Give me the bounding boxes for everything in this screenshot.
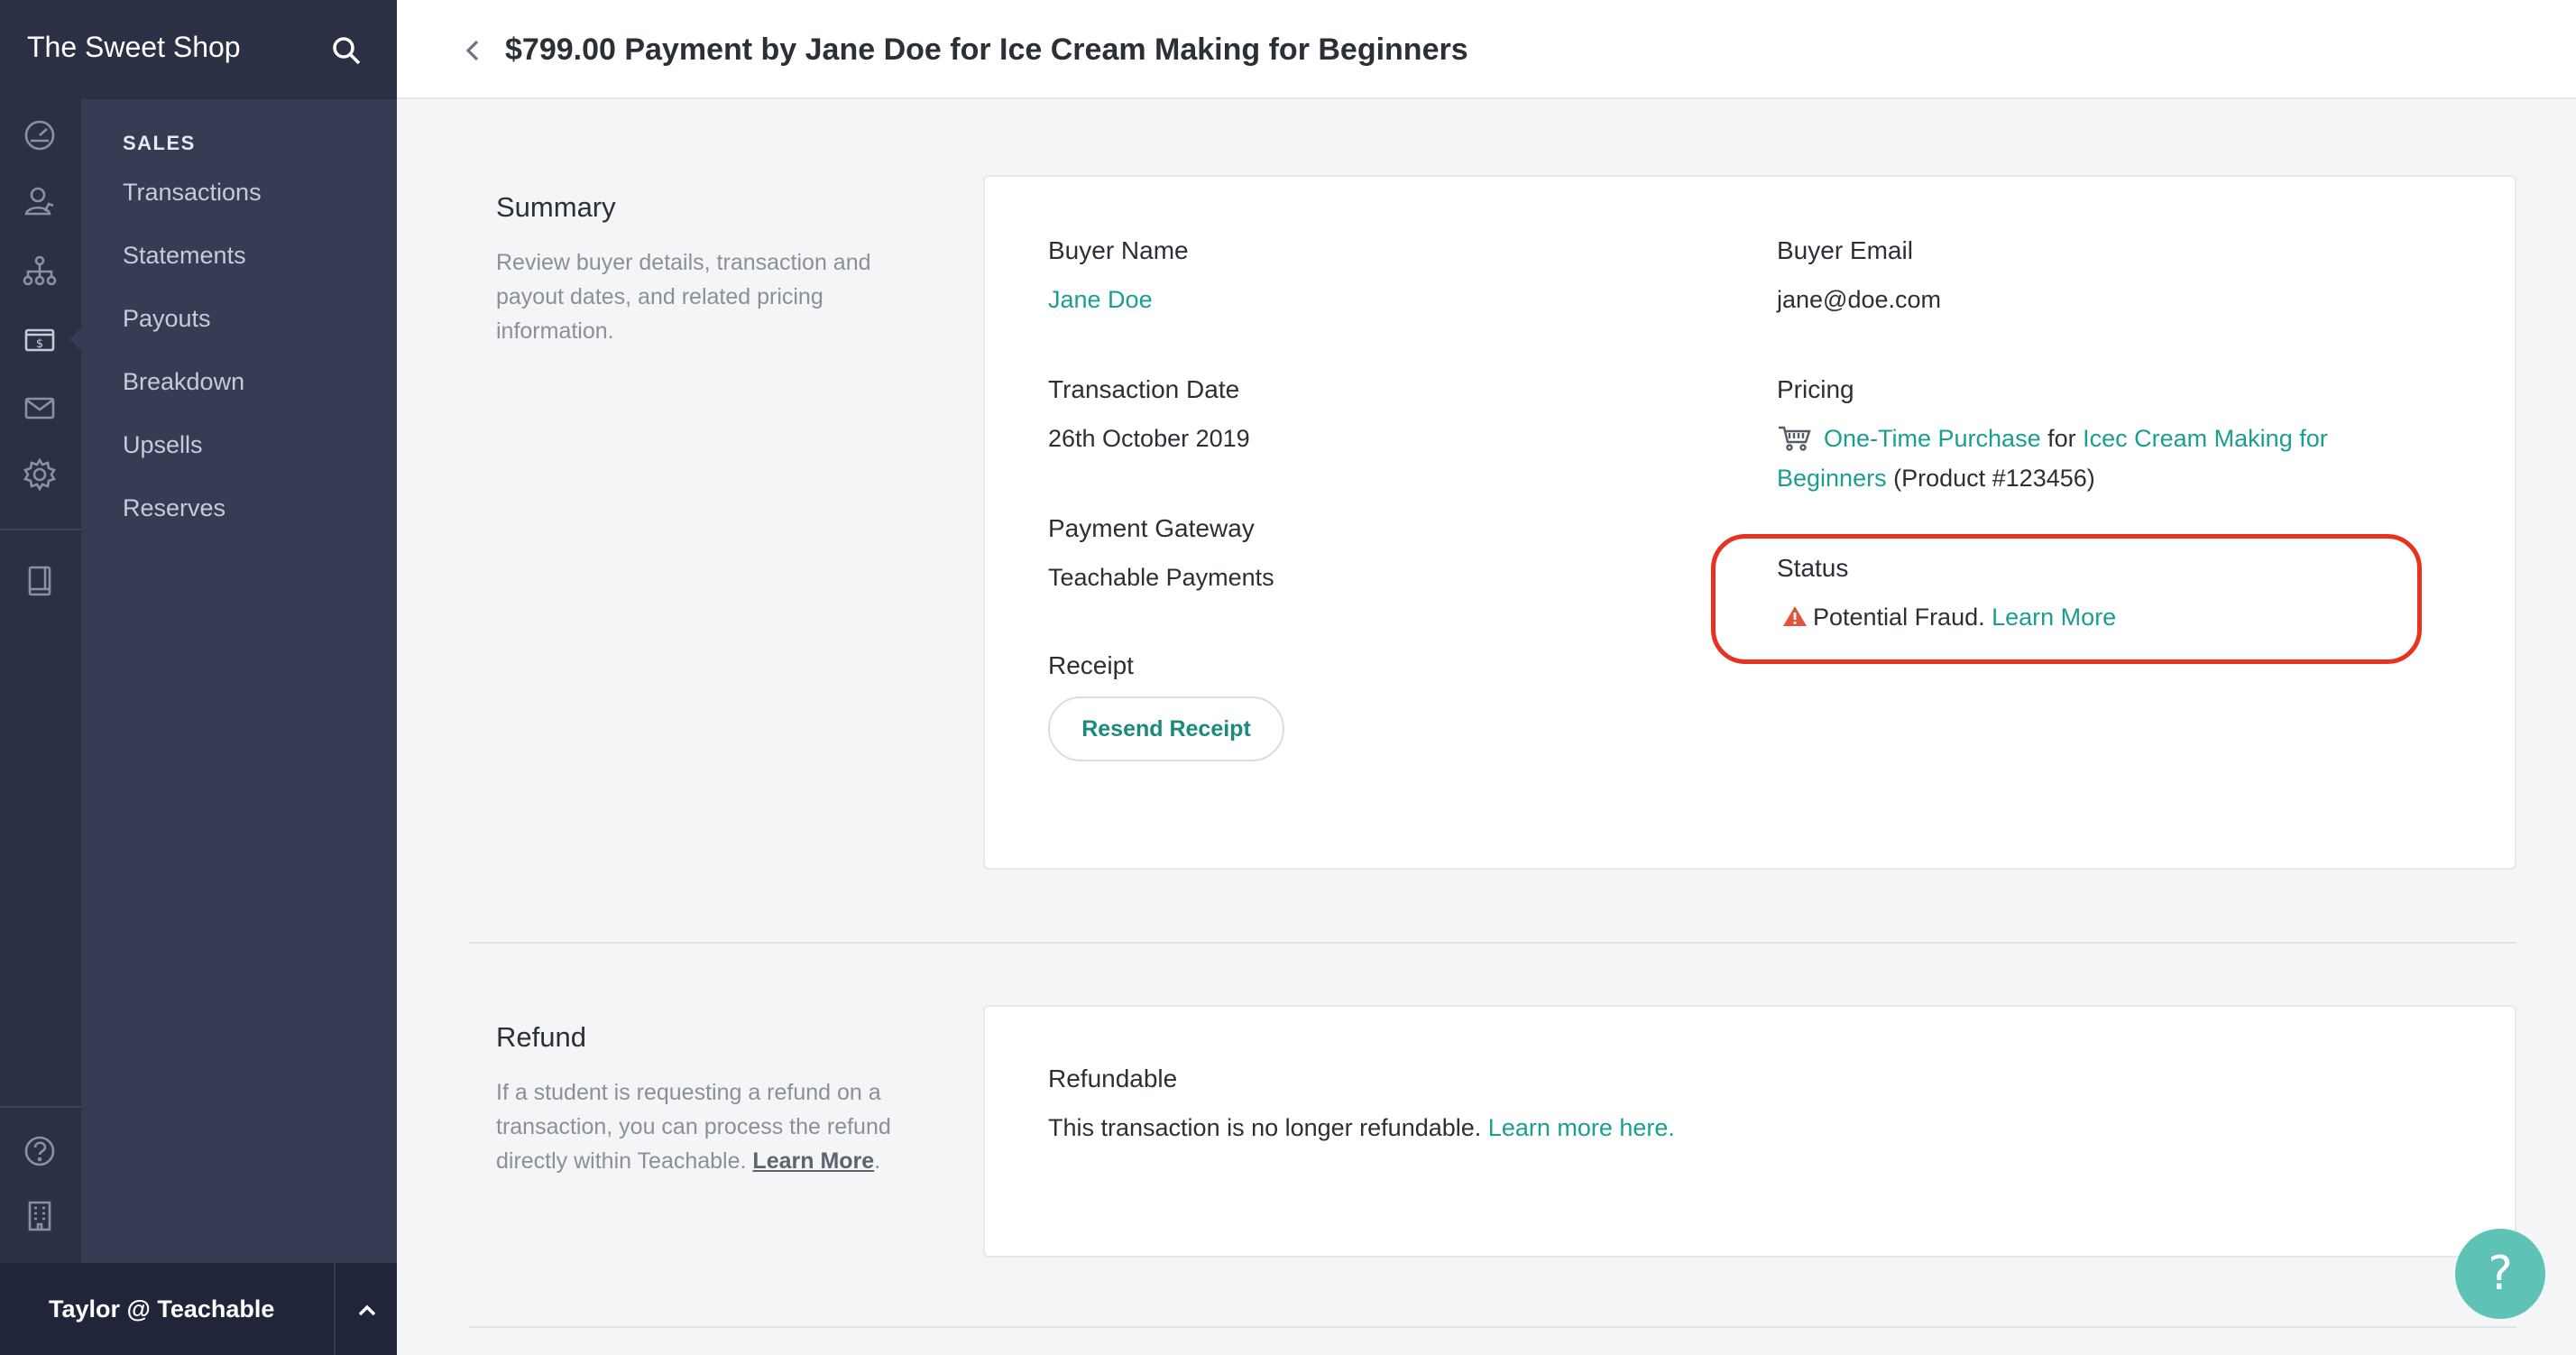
pricing-plan-link[interactable]: One-Time Purchase: [1824, 425, 2041, 452]
refund-title: Refund: [496, 1021, 586, 1053]
users-icon[interactable]: [18, 180, 61, 224]
page-header: $799.00 Payment by Jane Doe for Ice Crea…: [397, 0, 2576, 99]
subnav-item-upsells[interactable]: Upsells: [123, 431, 203, 459]
cart-icon: [1777, 424, 1811, 451]
pricing-value: One-Time Purchase for Icec Cream Making …: [1777, 419, 2462, 498]
sitemap-icon[interactable]: [18, 249, 61, 292]
buyer-name-link[interactable]: Jane Doe: [1048, 280, 1153, 319]
transaction-date-label: Transaction Date: [1048, 375, 1240, 403]
receipt-label: Receipt: [1048, 651, 1134, 679]
buyer-email-label: Buyer Email: [1777, 236, 1913, 264]
refund-learn-more-here-link[interactable]: Learn more here: [1488, 1114, 1669, 1141]
pricing-label: Pricing: [1777, 375, 1854, 403]
subnav-item-payouts[interactable]: Payouts: [123, 305, 211, 333]
refundable-value: This transaction is no longer refundable…: [1048, 1114, 1675, 1141]
subnav-item-breakdown[interactable]: Breakdown: [123, 368, 244, 396]
summary-card: Buyer Name Jane Doe Buyer Email jane@doe…: [983, 175, 2516, 870]
search-icon[interactable]: [330, 34, 363, 67]
pricing-for-text: for: [2047, 425, 2076, 452]
help-chat-button[interactable]: ?: [2455, 1229, 2545, 1319]
gateway-value: Teachable Payments: [1048, 564, 1274, 591]
rail-divider: [0, 1106, 81, 1108]
book-icon[interactable]: [18, 559, 61, 603]
section-divider: [469, 942, 2516, 944]
refund-learn-more-link[interactable]: Learn More: [752, 1148, 874, 1174]
buyer-email: jane@doe.com: [1777, 286, 1942, 313]
sales-subnav: SALES Transactions Statements Payouts Br…: [81, 99, 397, 1263]
refundable-label: Refundable: [1048, 1065, 1178, 1092]
status-highlight-annotation: [1711, 534, 2422, 664]
user-menu-divider: [334, 1263, 336, 1355]
summary-title: Summary: [496, 191, 616, 223]
help-icon[interactable]: [18, 1129, 61, 1173]
user-name: Taylor @ Teachable: [49, 1295, 275, 1323]
pricing-product-id: (Product #123456): [1893, 465, 2095, 492]
dashboard-icon[interactable]: [18, 114, 61, 157]
refundable-text: This transaction is no longer refundable…: [1048, 1114, 1482, 1141]
pricing-product-link-line1[interactable]: Icec Cream Making for: [2083, 425, 2328, 452]
page-title: $799.00 Payment by Jane Doe for Ice Crea…: [505, 32, 1468, 67]
section-divider: [469, 1326, 2516, 1328]
back-arrow-icon[interactable]: [460, 38, 485, 63]
buyer-name-label: Buyer Name: [1048, 236, 1189, 264]
pricing-product-link-line2[interactable]: Beginners: [1777, 465, 1887, 492]
subnav-item-transactions[interactable]: Transactions: [123, 179, 262, 207]
chevron-up-icon[interactable]: [354, 1297, 381, 1324]
sales-icon[interactable]: $: [18, 318, 61, 361]
summary-description: Review buyer details, transaction and pa…: [496, 250, 871, 344]
rail-divider: [0, 529, 81, 530]
refund-card: Refundable This transaction is no longer…: [983, 1005, 2516, 1258]
building-icon[interactable]: [18, 1194, 61, 1238]
transaction-date: 26th October 2019: [1048, 425, 1250, 452]
mail-icon[interactable]: [18, 386, 61, 429]
subnav-item-statements[interactable]: Statements: [123, 242, 246, 270]
refund-description: If a student is requesting a refund on a…: [496, 1080, 891, 1174]
gateway-label: Payment Gateway: [1048, 514, 1255, 542]
subnav-item-reserves[interactable]: Reserves: [123, 494, 225, 522]
icon-rail: $: [0, 99, 83, 1263]
user-menu[interactable]: Taylor @ Teachable: [0, 1263, 397, 1355]
settings-icon[interactable]: [18, 453, 61, 496]
subnav-section-heading: SALES: [123, 132, 196, 154]
resend-receipt-button[interactable]: Resend Receipt: [1048, 696, 1284, 761]
shop-name: The Sweet Shop: [27, 31, 241, 63]
svg-text:$: $: [36, 337, 43, 351]
